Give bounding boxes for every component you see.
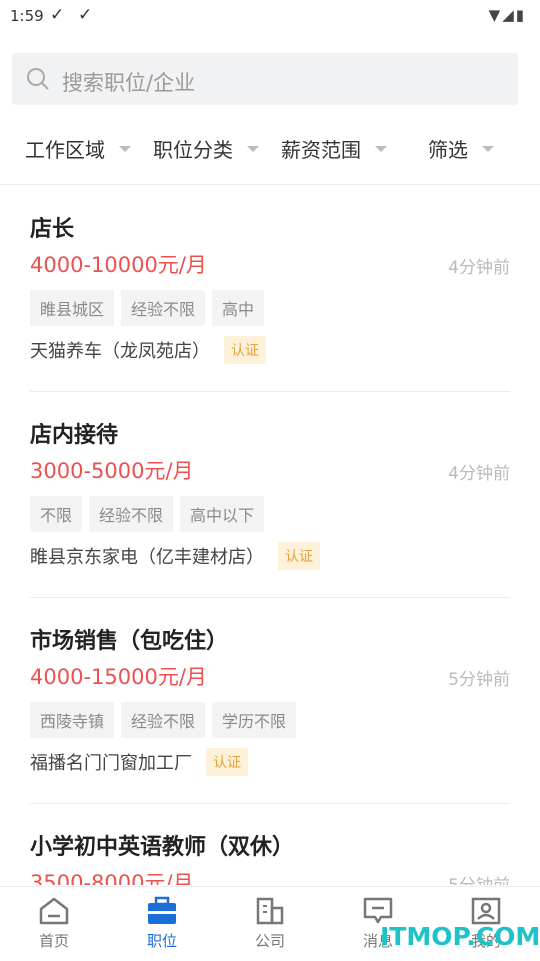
job-tags: 不限 经验不限 高中以下 bbox=[30, 496, 265, 532]
job-posted-time: 4分钟前 bbox=[448, 464, 510, 484]
tab-label: 职位 bbox=[146, 932, 177, 950]
caret-down-icon bbox=[482, 146, 494, 152]
download-done-icon: ✓ bbox=[78, 5, 93, 25]
site-watermark: ITMOP.COM bbox=[380, 922, 540, 951]
verified-badge: 认证 bbox=[206, 748, 248, 776]
filter-work-area[interactable]: 工作区域 bbox=[25, 134, 131, 163]
job-title: 小学初中英语教师（双休） bbox=[30, 835, 295, 860]
job-company: 天猫养车（龙凤苑店） 认证 bbox=[30, 336, 266, 364]
job-tag: 不限 bbox=[30, 496, 83, 532]
filter-bar: 工作区域 职位分类 薪资范围 筛选 bbox=[0, 120, 540, 185]
job-tags: 西陵寺镇 经验不限 学历不限 bbox=[30, 702, 297, 738]
verified-badge: 认证 bbox=[278, 542, 320, 570]
job-tag: 西陵寺镇 bbox=[30, 702, 115, 738]
job-card[interactable]: 市场销售（包吃住） 4000-15000元/月 5分钟前 西陵寺镇 经验不限 学… bbox=[30, 597, 510, 804]
tab-label: 公司 bbox=[254, 932, 285, 950]
filter-more[interactable]: 筛选 bbox=[428, 134, 494, 163]
company-name: 天猫养车（龙凤苑店） bbox=[30, 341, 210, 362]
job-tag: 经验不限 bbox=[121, 290, 206, 326]
job-salary: 4000-15000元/月 bbox=[30, 665, 207, 689]
search-bar[interactable]: 搜索职位/企业 bbox=[12, 53, 518, 105]
job-list: 店长 4000-10000元/月 4分钟前 睢县城区 经验不限 高中 天猫养车（… bbox=[0, 185, 540, 885]
job-card[interactable]: 店内接待 3000-5000元/月 4分钟前 不限 经验不限 高中以下 睢县京东… bbox=[30, 391, 510, 598]
filter-salary-range[interactable]: 薪资范围 bbox=[281, 134, 387, 163]
download-done-icon: ✓ bbox=[50, 5, 65, 25]
company-name: 福播名门门窗加工厂 bbox=[30, 753, 192, 774]
briefcase-icon bbox=[148, 896, 176, 924]
caret-down-icon bbox=[375, 146, 387, 152]
verified-badge: 认证 bbox=[224, 336, 266, 364]
job-company: 睢县京东家电（亿丰建材店） 认证 bbox=[30, 542, 320, 570]
filter-job-category[interactable]: 职位分类 bbox=[153, 134, 259, 163]
caret-down-icon bbox=[247, 146, 259, 152]
company-name: 睢县京东家电（亿丰建材店） bbox=[30, 547, 264, 568]
job-title: 店内接待 bbox=[30, 423, 119, 448]
tab-jobs[interactable]: 职位 bbox=[108, 887, 216, 961]
home-icon bbox=[39, 897, 69, 925]
tab-company[interactable]: 公司 bbox=[216, 887, 324, 961]
job-title: 店长 bbox=[30, 217, 75, 242]
job-tag: 经验不限 bbox=[89, 496, 174, 532]
job-tag: 学历不限 bbox=[212, 702, 297, 738]
job-tag: 经验不限 bbox=[121, 702, 206, 738]
job-tag: 高中以下 bbox=[180, 496, 265, 532]
job-tag: 睢县城区 bbox=[30, 290, 115, 326]
caret-down-icon bbox=[119, 146, 131, 152]
search-placeholder: 搜索职位/企业 bbox=[62, 71, 196, 95]
filter-label: 工作区域 bbox=[25, 138, 105, 162]
status-bar: 1:59 ✓ ✓ ▼◢▮ bbox=[0, 0, 540, 34]
filter-label: 筛选 bbox=[428, 138, 468, 162]
filter-label: 职位分类 bbox=[153, 138, 233, 162]
job-posted-time: 4分钟前 bbox=[448, 258, 510, 278]
job-title: 市场销售（包吃住） bbox=[30, 629, 229, 654]
signal-battery-icons: ▼◢▮ bbox=[488, 6, 526, 24]
job-tag: 高中 bbox=[212, 290, 265, 326]
job-posted-time: 5分钟前 bbox=[448, 670, 510, 690]
filter-label: 薪资范围 bbox=[281, 138, 361, 162]
tab-home[interactable]: 首页 bbox=[0, 887, 108, 961]
search-icon bbox=[27, 68, 49, 90]
tab-label: 首页 bbox=[38, 932, 69, 950]
status-time: 1:59 bbox=[10, 7, 44, 25]
building-icon bbox=[256, 897, 284, 925]
job-salary: 3500-8000元/月 bbox=[30, 871, 194, 885]
job-card[interactable]: 店长 4000-10000元/月 4分钟前 睢县城区 经验不限 高中 天猫养车（… bbox=[30, 185, 510, 392]
job-tags: 睢县城区 经验不限 高中 bbox=[30, 290, 265, 326]
job-company: 福播名门门窗加工厂 认证 bbox=[30, 748, 248, 776]
job-card[interactable]: 小学初中英语教师（双休） 3500-8000元/月 5分钟前 bbox=[30, 803, 510, 885]
job-posted-time: 5分钟前 bbox=[448, 871, 510, 885]
job-salary: 3000-5000元/月 bbox=[30, 459, 194, 483]
job-salary: 4000-10000元/月 bbox=[30, 253, 207, 277]
